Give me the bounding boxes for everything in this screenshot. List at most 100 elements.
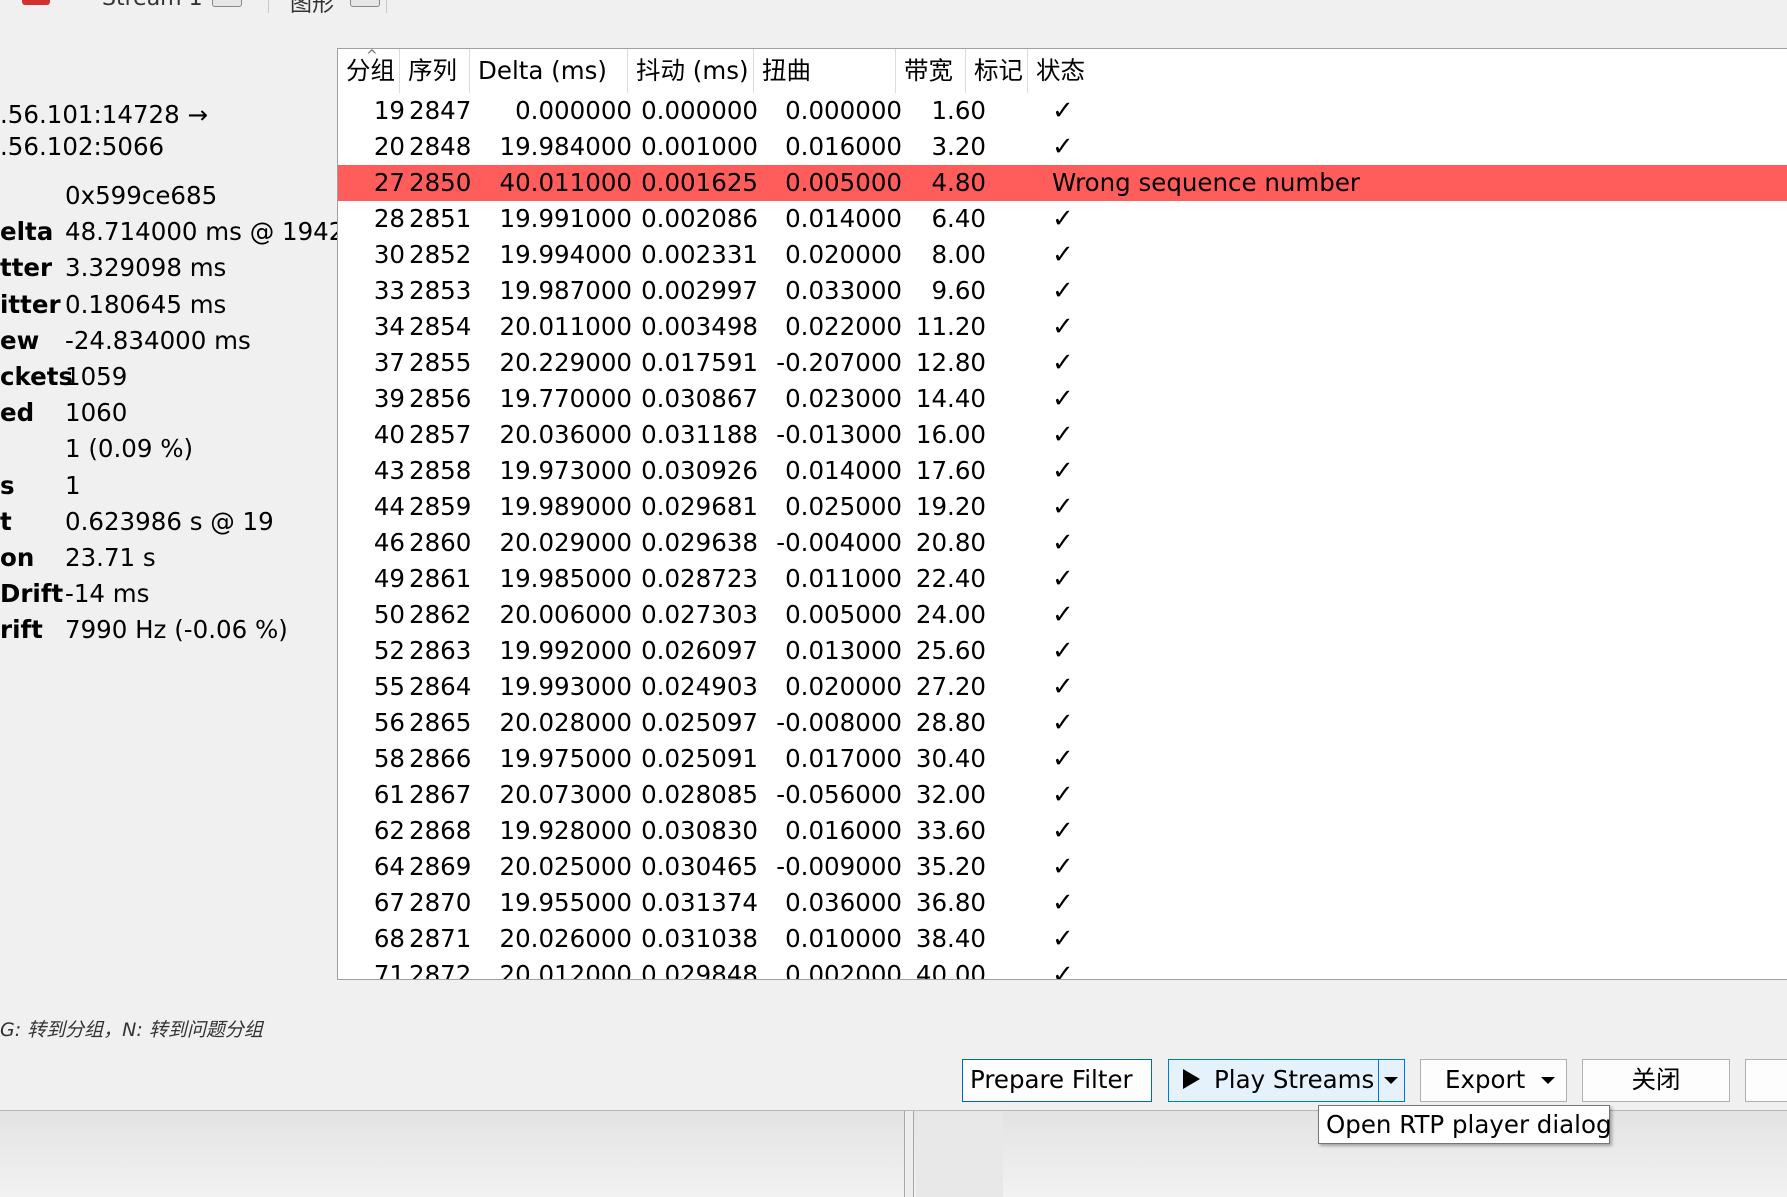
column-header-delta[interactable]: Delta (ms) <box>470 49 628 93</box>
column-header-jitter[interactable]: 抖动 (ms) <box>628 49 754 93</box>
cell-sequence: 2861 <box>409 564 472 593</box>
table-row[interactable]: 37 2855 20.229000 0.017591 -0.207000 12.80 ✓ <box>338 345 1787 381</box>
table-row[interactable]: 62 2868 19.928000 0.030830 0.016000 33.60 ✓ <box>338 813 1787 849</box>
cell-status: ✓ <box>1052 564 1074 594</box>
table-row[interactable]: 19 2847 0.000000 0.000000 0.000000 1.60 ✓ <box>338 93 1787 129</box>
cell-jitter: 0.024903 <box>641 672 758 701</box>
play-streams-main[interactable]: Play Streams <box>1169 1060 1378 1101</box>
play-streams-dropdown[interactable] <box>1378 1060 1404 1101</box>
cell-jitter: 0.017591 <box>641 348 758 377</box>
table-row[interactable]: 68 2871 20.026000 0.031038 0.010000 38.40 ✓ <box>338 921 1787 957</box>
table-row[interactable]: 34 2854 20.011000 0.003498 0.022000 11.20 ✓ <box>338 309 1787 345</box>
cell-sequence: 2863 <box>409 636 472 665</box>
table-row[interactable]: 61 2867 20.073000 0.028085 -0.056000 32.00 ✓ <box>338 777 1787 813</box>
table-row[interactable]: 56 2865 20.028000 0.025097 -0.008000 28.80 ✓ <box>338 705 1787 741</box>
stream-source: .56.101:14728 → <box>0 100 209 129</box>
cell-jitter: 0.031038 <box>641 924 758 953</box>
cell-sequence: 2859 <box>409 492 472 521</box>
table-row[interactable]: 39 2856 19.770000 0.030867 0.023000 14.40 ✓ <box>338 381 1787 417</box>
cell-delta: 19.989000 <box>499 492 633 521</box>
table-row[interactable]: 64 2869 20.025000 0.030465 -0.009000 35.20 ✓ <box>338 849 1787 885</box>
cell-skew: 0.033000 <box>785 276 902 305</box>
tab-close-icon[interactable] <box>212 0 242 7</box>
table-row[interactable]: 71 2872 20.012000 0.029848 0.002000 40.00 ✓ <box>338 957 1787 979</box>
table-row[interactable]: 67 2870 19.955000 0.031374 0.036000 36.80 ✓ <box>338 885 1787 921</box>
column-header-skew[interactable]: 扭曲 <box>754 49 896 93</box>
table-row[interactable]: 44 2859 19.989000 0.029681 0.025000 19.20 ✓ <box>338 489 1787 525</box>
table-row-error[interactable]: 27 2850 40.011000 0.001625 0.005000 4.80 Wrong… <box>338 165 1787 201</box>
cell-status: ✓ <box>1052 96 1074 126</box>
tab-graph[interactable]: 图形 <box>268 0 387 17</box>
cell-bandwidth: 30.40 <box>915 744 986 773</box>
stat-label: ckets <box>0 362 74 391</box>
cell-delta: 19.928000 <box>499 816 633 845</box>
cell-skew: 0.005000 <box>785 600 902 629</box>
cell-packet: 64 <box>373 852 405 881</box>
export-button[interactable]: Export <box>1420 1059 1567 1102</box>
cell-sequence: 2867 <box>409 780 472 809</box>
tab-close-red-icon[interactable] <box>22 0 50 5</box>
cell-sequence: 2868 <box>409 816 472 845</box>
stat-value: 1060 <box>65 398 128 428</box>
table-row[interactable]: 40 2857 20.036000 0.031188 -0.013000 16.00 ✓ <box>338 417 1787 453</box>
cell-delta: 0.000000 <box>515 96 632 125</box>
column-header-status[interactable]: 状态 <box>1028 49 1787 93</box>
splitter-handle[interactable] <box>904 1111 914 1197</box>
cell-bandwidth: 8.00 <box>931 240 986 269</box>
stat-value: 3.329098 ms <box>65 253 227 283</box>
cell-jitter: 0.025091 <box>641 744 758 773</box>
column-header-packet[interactable]: ^ 分组 <box>338 49 400 93</box>
cell-sequence: 2848 <box>409 132 472 161</box>
cell-bandwidth: 25.60 <box>915 636 986 665</box>
rtp-packet-table[interactable]: ^ 分组 序列 Delta (ms) 抖动 (ms) 扭曲 带宽 标记 状态 1… <box>337 48 1787 980</box>
prepare-filter-button[interactable]: Prepare Filter <box>962 1059 1152 1102</box>
cell-packet: 44 <box>373 492 405 521</box>
table-row[interactable]: 46 2860 20.029000 0.029638 -0.004000 20.80 ✓ <box>338 525 1787 561</box>
table-row[interactable]: 49 2861 19.985000 0.028723 0.011000 22.40 ✓ <box>338 561 1787 597</box>
cell-delta: 20.025000 <box>499 852 633 881</box>
cell-status: ✓ <box>1052 240 1074 270</box>
table-row[interactable]: 55 2864 19.993000 0.024903 0.020000 27.20 ✓ <box>338 669 1787 705</box>
table-row[interactable]: 50 2862 20.006000 0.027303 0.005000 24.00 ✓ <box>338 597 1787 633</box>
cell-bandwidth: 28.80 <box>915 708 986 737</box>
cell-jitter: 0.029681 <box>641 492 758 521</box>
table-row[interactable]: 30 2852 19.994000 0.002331 0.020000 8.00 ✓ <box>338 237 1787 273</box>
cell-status: ✓ <box>1052 132 1074 162</box>
cell-jitter: 0.030926 <box>641 456 758 485</box>
stat-value: 23.71 s <box>65 543 156 572</box>
play-streams-tooltip: Open RTP player dialog <box>1318 1105 1612 1144</box>
cell-delta: 20.011000 <box>499 312 633 341</box>
cell-skew: 0.020000 <box>785 240 902 269</box>
cell-delta: 19.994000 <box>499 240 633 269</box>
cell-bandwidth: 27.20 <box>915 672 986 701</box>
column-header-bandwidth[interactable]: 带宽 <box>896 49 966 93</box>
column-header-sequence[interactable]: 序列 <box>400 49 470 93</box>
cell-jitter: 0.031374 <box>641 888 758 917</box>
table-row[interactable]: 43 2858 19.973000 0.030926 0.014000 17.60 ✓ <box>338 453 1787 489</box>
table-row[interactable]: 20 2848 19.984000 0.001000 0.016000 3.20 ✓ <box>338 129 1787 165</box>
cell-status: ✓ <box>1052 852 1074 882</box>
table-row[interactable]: 52 2863 19.992000 0.026097 0.013000 25.60 ✓ <box>338 633 1787 669</box>
stat-label: rift <box>0 615 43 645</box>
play-streams-button[interactable]: Play Streams <box>1168 1059 1405 1102</box>
cell-jitter: 0.002997 <box>641 276 758 305</box>
cell-skew: 0.013000 <box>785 636 902 665</box>
cell-jitter: 0.001625 <box>641 168 758 197</box>
tab-stream-1[interactable]: Stream 1 <box>82 0 269 13</box>
table-row[interactable]: 58 2866 19.975000 0.025091 0.017000 30.40 ✓ <box>338 741 1787 777</box>
cell-bandwidth: 16.00 <box>915 420 986 449</box>
cell-delta: 40.011000 <box>499 168 633 197</box>
column-header-marker[interactable]: 标记 <box>966 49 1028 93</box>
table-row[interactable]: 33 2853 19.987000 0.002997 0.033000 9.60 ✓ <box>338 273 1787 309</box>
tab-close-icon[interactable] <box>350 0 380 7</box>
close-button[interactable]: 关闭 <box>1582 1059 1730 1102</box>
cell-skew: -0.009000 <box>776 852 902 881</box>
stat-label: tter <box>0 253 53 283</box>
table-row[interactable]: 28 2851 19.991000 0.002086 0.014000 6.40 ✓ <box>338 201 1787 237</box>
cell-status: ✓ <box>1052 924 1074 954</box>
help-button[interactable] <box>1745 1059 1787 1102</box>
cell-skew: 0.010000 <box>785 924 902 953</box>
cell-skew: -0.013000 <box>776 420 902 449</box>
cell-packet: 61 <box>373 780 405 809</box>
cell-sequence: 2870 <box>409 888 472 917</box>
